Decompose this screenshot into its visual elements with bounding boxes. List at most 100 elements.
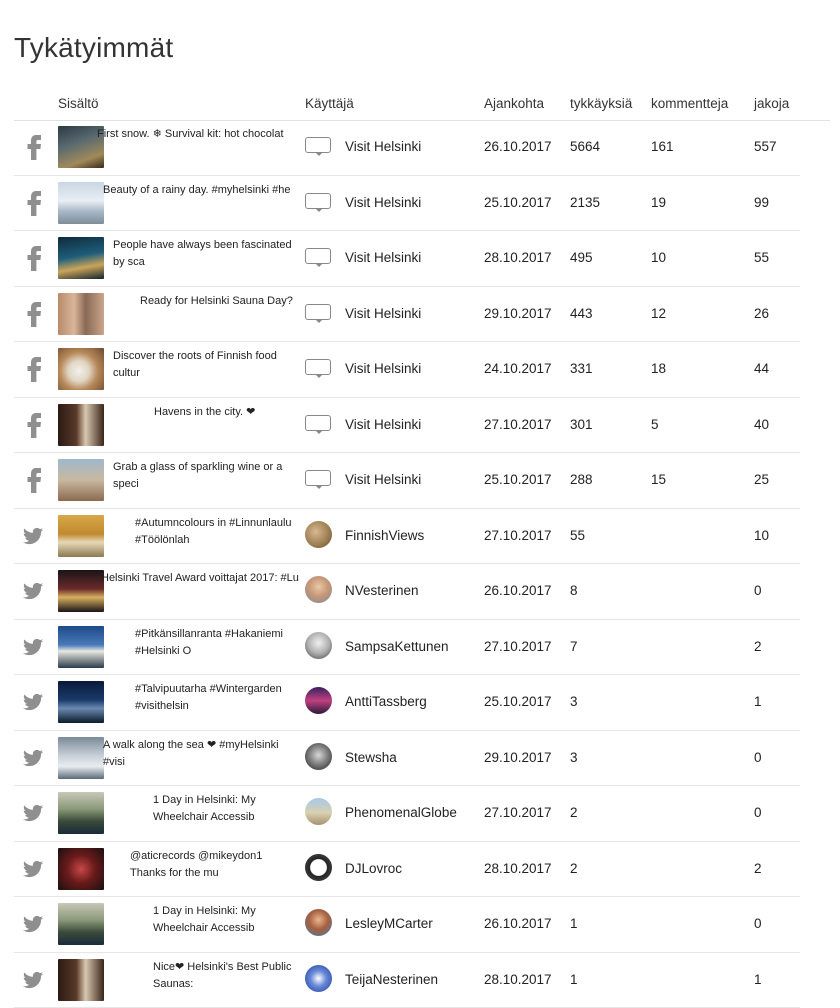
likes-count: 8 — [570, 583, 578, 598]
user-name[interactable]: Visit Helsinki — [345, 361, 421, 376]
post-text[interactable]: Helsinki Travel Award voittajat 2017: #L… — [101, 570, 300, 587]
post-text[interactable]: Ready for Helsinki Sauna Day? — [140, 293, 300, 310]
post-thumbnail[interactable] — [58, 737, 104, 779]
table-row[interactable]: 1 Day in Helsinki: My Wheelchair Accessi… — [14, 786, 800, 842]
post-text[interactable]: #Talvipuutarha #Wintergarden #visithelsi… — [135, 681, 300, 715]
post-date: 24.10.2017 — [484, 361, 552, 376]
visit-helsinki-logo-icon[interactable] — [305, 137, 331, 153]
post-thumbnail[interactable] — [58, 570, 104, 612]
user-name[interactable]: AnttiTassberg — [345, 694, 427, 709]
user-avatar[interactable] — [305, 854, 332, 881]
post-thumbnail[interactable] — [58, 848, 104, 890]
user-name[interactable]: Visit Helsinki — [345, 139, 421, 154]
user-name[interactable]: NVesterinen — [345, 583, 419, 598]
post-text[interactable]: 1 Day in Helsinki: My Wheelchair Accessi… — [153, 903, 300, 937]
post-thumbnail[interactable] — [58, 404, 104, 446]
column-header-shares[interactable]: jakoja — [754, 96, 789, 111]
user-avatar[interactable] — [305, 576, 332, 603]
likes-count: 2 — [570, 805, 578, 820]
column-header-user[interactable]: Käyttäjä — [305, 96, 354, 111]
user-name[interactable]: LesleyMCarter — [345, 916, 433, 931]
table-row[interactable]: Beauty of a rainy day. #myhelsinki #he V… — [14, 176, 800, 232]
user-name[interactable]: Stewsha — [345, 750, 397, 765]
likes-count: 7 — [570, 639, 578, 654]
post-thumbnail[interactable] — [58, 348, 104, 390]
table-row[interactable]: 1 Day in Helsinki: My Wheelchair Accessi… — [14, 897, 800, 953]
post-thumbnail[interactable] — [58, 459, 104, 501]
post-date: 29.10.2017 — [484, 750, 552, 765]
user-avatar[interactable] — [305, 798, 332, 825]
column-header-date[interactable]: Ajankohta — [484, 96, 544, 111]
post-text[interactable]: People have always been fascinated by sc… — [113, 237, 300, 271]
post-thumbnail[interactable] — [58, 681, 104, 723]
post-text[interactable]: #Autumncolours in #Linnunlaulu #Töölönla… — [135, 515, 300, 549]
user-name[interactable]: FinnishViews — [345, 528, 424, 543]
post-thumbnail[interactable] — [58, 515, 104, 557]
user-avatar[interactable] — [305, 632, 332, 659]
table-row[interactable]: #Autumncolours in #Linnunlaulu #Töölönla… — [14, 509, 800, 565]
visit-helsinki-logo-icon[interactable] — [305, 193, 331, 209]
post-text[interactable]: 1 Day in Helsinki: My Wheelchair Accessi… — [153, 792, 300, 826]
table-row[interactable]: Ready for Helsinki Sauna Day? Visit Hels… — [14, 287, 800, 343]
post-thumbnail[interactable] — [58, 903, 104, 945]
visit-helsinki-logo-icon[interactable] — [305, 415, 331, 431]
visit-helsinki-logo-icon[interactable] — [305, 248, 331, 264]
table-row[interactable]: Helsinki Travel Award voittajat 2017: #L… — [14, 564, 800, 620]
twitter-icon — [22, 800, 44, 826]
user-name[interactable]: TeijaNesterinen — [345, 972, 438, 987]
post-text[interactable]: @aticrecords @mikeydon1 Thanks for the m… — [130, 848, 300, 882]
post-date: 25.10.2017 — [484, 195, 552, 210]
user-name[interactable]: Visit Helsinki — [345, 306, 421, 321]
post-text[interactable]: A walk along the sea ❤ #myHelsinki #visi — [103, 737, 300, 771]
post-text[interactable]: Discover the roots of Finnish food cultu… — [113, 348, 300, 382]
user-name[interactable]: SampsaKettunen — [345, 639, 449, 654]
post-text[interactable]: Grab a glass of sparkling wine or a spec… — [113, 459, 300, 493]
table-row[interactable]: Havens in the city. ❤ Visit Helsinki 27.… — [14, 398, 800, 454]
post-thumbnail[interactable] — [58, 293, 104, 335]
table-row[interactable]: @aticrecords @mikeydon1 Thanks for the m… — [14, 842, 800, 898]
likes-count: 2 — [570, 861, 578, 876]
table-row[interactable]: First snow. ❄ Survival kit: hot chocolat… — [14, 120, 800, 176]
table-row[interactable]: People have always been fascinated by sc… — [14, 231, 800, 287]
post-text[interactable]: #Pitkänsillanranta #Hakaniemi #Helsinki … — [135, 626, 300, 660]
post-text[interactable]: First snow. ❄ Survival kit: hot chocolat — [97, 126, 300, 143]
likes-count: 495 — [570, 250, 593, 265]
user-name[interactable]: Visit Helsinki — [345, 195, 421, 210]
post-thumbnail[interactable] — [58, 182, 104, 224]
user-avatar[interactable] — [305, 521, 332, 548]
shares-count: 2 — [754, 639, 762, 654]
user-avatar[interactable] — [305, 965, 332, 992]
post-text[interactable]: Beauty of a rainy day. #myhelsinki #he — [103, 182, 300, 199]
table-row[interactable]: A walk along the sea ❤ #myHelsinki #visi… — [14, 731, 800, 787]
post-thumbnail[interactable] — [58, 237, 104, 279]
column-header-comments[interactable]: kommentteja — [651, 96, 728, 111]
user-name[interactable]: Visit Helsinki — [345, 250, 421, 265]
user-name[interactable]: Visit Helsinki — [345, 472, 421, 487]
comments-count: 161 — [651, 139, 674, 154]
twitter-icon — [22, 689, 44, 715]
column-header-likes[interactable]: tykkäyksiä — [570, 96, 632, 111]
post-date: 26.10.2017 — [484, 583, 552, 598]
facebook-icon — [22, 301, 44, 327]
post-text[interactable]: Havens in the city. ❤ — [154, 404, 300, 421]
user-avatar[interactable] — [305, 687, 332, 714]
shares-count: 0 — [754, 805, 762, 820]
post-thumbnail[interactable] — [58, 959, 104, 1001]
table-row[interactable]: #Talvipuutarha #Wintergarden #visithelsi… — [14, 675, 800, 731]
column-header-content[interactable]: Sisältö — [58, 96, 99, 111]
user-name[interactable]: Visit Helsinki — [345, 417, 421, 432]
visit-helsinki-logo-icon[interactable] — [305, 470, 331, 486]
post-text[interactable]: Nice❤ Helsinki's Best Public Saunas: — [153, 959, 300, 993]
table-row[interactable]: Discover the roots of Finnish food cultu… — [14, 342, 800, 398]
user-name[interactable]: PhenomenalGlobe — [345, 805, 457, 820]
post-thumbnail[interactable] — [58, 792, 104, 834]
table-row[interactable]: #Pitkänsillanranta #Hakaniemi #Helsinki … — [14, 620, 800, 676]
visit-helsinki-logo-icon[interactable] — [305, 304, 331, 320]
user-avatar[interactable] — [305, 743, 332, 770]
user-avatar[interactable] — [305, 909, 332, 936]
user-name[interactable]: DJLovroc — [345, 861, 402, 876]
table-row[interactable]: Grab a glass of sparkling wine or a spec… — [14, 453, 800, 509]
post-thumbnail[interactable] — [58, 626, 104, 668]
comments-count: 12 — [651, 306, 666, 321]
visit-helsinki-logo-icon[interactable] — [305, 359, 331, 375]
